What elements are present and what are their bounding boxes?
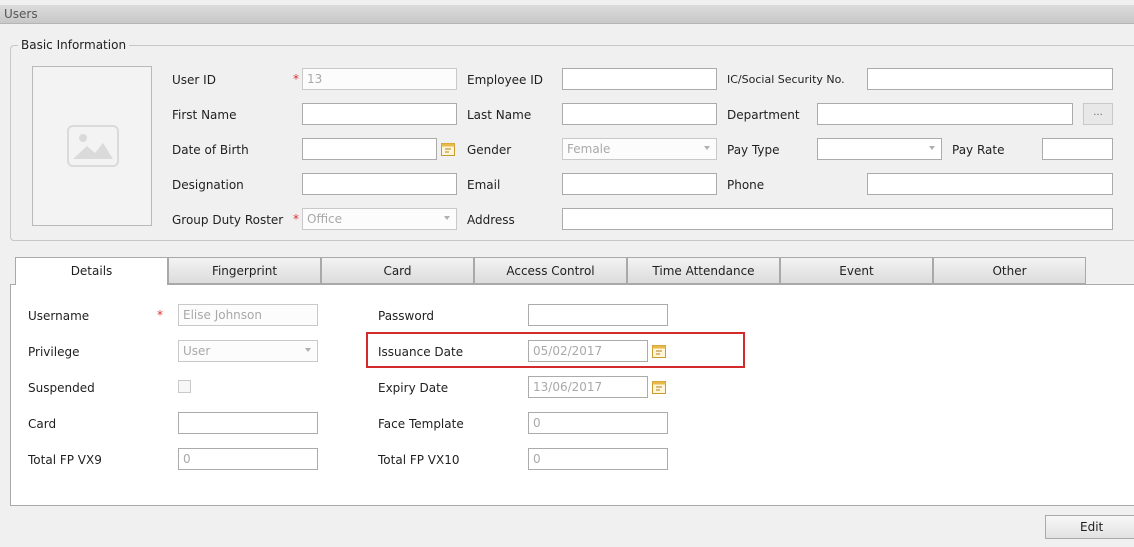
- ic-social-security-label: IC/Social Security No.: [727, 73, 845, 86]
- phone-field[interactable]: [867, 173, 1113, 195]
- window-title-bar: Users: [0, 5, 1134, 24]
- user-id-label: User ID: [172, 73, 216, 87]
- user-id-required-mark: *: [293, 72, 299, 86]
- last-name-label: Last Name: [467, 108, 532, 122]
- department-browse-button[interactable]: ...: [1083, 103, 1113, 125]
- chevron-down-icon: [704, 146, 710, 150]
- user-id-field[interactable]: 13: [302, 68, 457, 90]
- total-fp-vx9-label: Total FP VX9: [28, 453, 102, 467]
- department-field[interactable]: [817, 103, 1073, 125]
- tab-fingerprint[interactable]: Fingerprint: [168, 257, 321, 284]
- tab-card[interactable]: Card: [321, 257, 474, 284]
- pay-rate-label: Pay Rate: [952, 143, 1005, 157]
- privilege-select[interactable]: User: [178, 340, 318, 362]
- tab-details[interactable]: Details: [15, 257, 168, 285]
- gender-value: Female: [567, 142, 611, 156]
- edit-button[interactable]: Edit: [1045, 515, 1134, 539]
- total-fp-vx10-field[interactable]: 0: [528, 448, 668, 470]
- calendar-icon[interactable]: [441, 142, 455, 156]
- image-placeholder-icon: [67, 125, 119, 167]
- window-title: Users: [4, 7, 38, 21]
- face-template-label: Face Template: [378, 417, 464, 431]
- privilege-value: User: [183, 344, 211, 358]
- first-name-label: First Name: [172, 108, 237, 122]
- department-label: Department: [727, 108, 800, 122]
- last-name-field[interactable]: [562, 103, 717, 125]
- email-label: Email: [467, 178, 501, 192]
- chevron-down-icon: [305, 348, 311, 352]
- face-template-field[interactable]: 0: [528, 412, 668, 434]
- basic-information-legend: Basic Information: [18, 38, 130, 52]
- email-field[interactable]: [562, 173, 717, 195]
- username-label: Username: [28, 309, 90, 323]
- suspended-checkbox[interactable]: [178, 380, 191, 393]
- pay-rate-field[interactable]: [1042, 138, 1113, 160]
- group-duty-roster-value: Office: [307, 212, 343, 226]
- group-duty-roster-required-mark: *: [293, 212, 299, 226]
- tab-access-control[interactable]: Access Control: [474, 257, 627, 284]
- expiry-date-label: Expiry Date: [378, 381, 449, 395]
- tab-event[interactable]: Event: [780, 257, 933, 284]
- issuance-date-highlight: [366, 332, 745, 368]
- pay-type-label: Pay Type: [727, 143, 780, 157]
- employee-id-field[interactable]: [562, 68, 717, 90]
- date-of-birth-label: Date of Birth: [172, 143, 249, 157]
- chevron-down-icon: [444, 216, 450, 220]
- total-fp-vx9-field[interactable]: 0: [178, 448, 318, 470]
- total-fp-vx10-label: Total FP VX10: [378, 453, 460, 467]
- employee-id-label: Employee ID: [467, 73, 544, 87]
- card-field[interactable]: [178, 412, 318, 434]
- designation-field[interactable]: [302, 173, 457, 195]
- password-label: Password: [378, 309, 435, 323]
- designation-label: Designation: [172, 178, 244, 192]
- tab-time-attendance[interactable]: Time Attendance: [627, 257, 780, 284]
- gender-select[interactable]: Female: [562, 138, 717, 160]
- expiry-date-field[interactable]: 13/06/2017: [528, 376, 648, 398]
- user-photo[interactable]: [32, 66, 152, 226]
- username-required-mark: *: [157, 308, 163, 322]
- address-label: Address: [467, 213, 515, 227]
- phone-label: Phone: [727, 178, 765, 192]
- suspended-label: Suspended: [28, 381, 95, 395]
- gender-label: Gender: [467, 143, 512, 157]
- calendar-icon[interactable]: [652, 380, 666, 394]
- chevron-down-icon: [929, 146, 935, 150]
- pay-type-select[interactable]: [817, 138, 942, 160]
- username-field[interactable]: Elise Johnson: [178, 304, 318, 326]
- date-of-birth-field[interactable]: [302, 138, 437, 160]
- password-field[interactable]: [528, 304, 668, 326]
- first-name-field[interactable]: [302, 103, 457, 125]
- address-field[interactable]: [562, 208, 1113, 230]
- group-duty-roster-select[interactable]: Office: [302, 208, 457, 230]
- tab-other[interactable]: Other: [933, 257, 1086, 284]
- group-duty-roster-label: Group Duty Roster: [172, 213, 284, 227]
- privilege-label: Privilege: [28, 345, 80, 359]
- card-label: Card: [28, 417, 57, 431]
- ic-social-security-field[interactable]: [867, 68, 1113, 90]
